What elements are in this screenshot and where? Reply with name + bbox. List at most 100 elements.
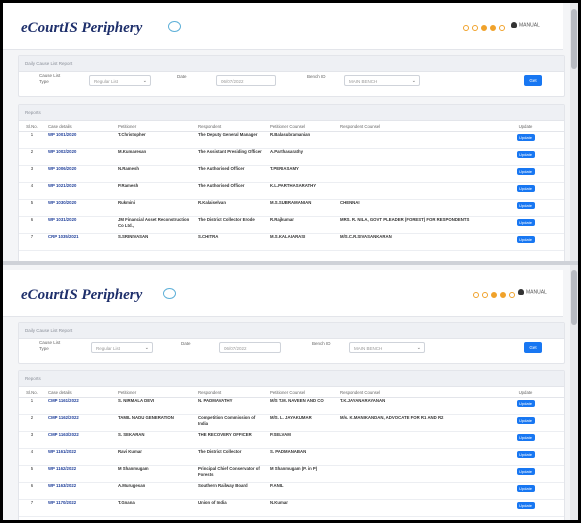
case-details[interactable]: WP 1006/2020 [45,165,115,183]
bench-value: MAIN BENCH [354,346,383,351]
update-button[interactable]: Update [516,451,535,458]
get-button[interactable]: Get [524,75,542,86]
table-row: 5 WP 1162/2022 M Shanmugam Principal Chief … [19,465,564,483]
petitioner: N.Ramesh [115,165,195,183]
petitioner-counsel: T.PERIASAMY [267,165,337,183]
respondent: The District Collector Erode [195,216,267,234]
case-details[interactable]: WP 1001/2020 [45,131,115,149]
date-input[interactable]: 06/07/2022 [219,342,281,353]
case-details[interactable]: CMP 1163/2022 [45,431,115,449]
refresh-icon[interactable] [163,288,176,299]
respondent-counsel: MRS. R. NILA, GOVT PLEADER (FOREST) FOR … [337,216,487,234]
scrollbar[interactable] [570,265,578,520]
scrollbar-thumb[interactable] [571,270,577,325]
filter-heading: Daily Cause List Report [19,56,564,72]
respondent: Principal Chief Conservator of Forests [195,465,267,483]
column-header: Respondent Counsel [337,387,487,398]
update-button[interactable]: Update [516,219,535,226]
update-button[interactable]: Update [516,202,535,209]
case-details[interactable]: CRP 1035/2021 [45,233,115,251]
chevron-down-icon: ⌄ [416,345,421,351]
case-details[interactable]: CMP 1162/2022 [45,414,115,432]
column-header: Sl.No. [19,387,45,398]
respondent: The Deputy General Manager [195,131,267,149]
case-details[interactable]: CMP 1161/2022 [45,397,115,415]
row-number: 5 [19,199,45,217]
respondent-counsel: M/S.C.R.SIVASANKARAN [337,233,487,251]
row-number: 3 [19,431,45,449]
update-button[interactable]: Update [516,468,535,475]
bench-select[interactable]: MAIN BENCH ⌄ [344,75,420,86]
respondent: Union of India [195,499,267,517]
update-cell: Update [487,448,564,466]
update-cell: Update [487,148,564,166]
user-icon [518,289,524,295]
table-row: 5 WP 1030/2020 Rukmini R.Kalaiselvan M.S.SUB… [19,199,564,217]
update-button[interactable]: Update [516,168,535,175]
case-details[interactable]: WP 1021/2020 [45,182,115,200]
row-number: 2 [19,148,45,166]
bench-select[interactable]: MAIN BENCH ⌄ [349,342,425,353]
row-number: 4 [19,448,45,466]
update-button[interactable]: Update [516,151,535,158]
petitioner: T.Gnana [115,499,195,517]
user-menu[interactable]: MANUAL [518,289,547,295]
row-number: 6 [19,482,45,500]
scrollbar-thumb[interactable] [571,9,577,69]
row-number: 7 [19,499,45,517]
update-button[interactable]: Update [516,134,535,141]
case-details[interactable]: WP 1030/2020 [45,199,115,217]
petitioner-counsel: M.S.KALAIARASI [267,233,337,251]
update-button[interactable]: Update [516,236,535,243]
respondent-counsel: CHENNAI [337,199,487,217]
respondent-counsel [337,499,487,517]
case-details[interactable]: WP 1031/2020 [45,216,115,234]
petitioner-counsel: P.ANIL [267,482,337,500]
date-input[interactable]: 06/07/2022 [216,75,276,86]
case-details[interactable]: WP 1163/2022 [45,482,115,500]
petitioner: JM Financial Asset Reconstruction Co Ltd… [115,216,195,234]
respondent-counsel [337,431,487,449]
case-details[interactable]: WP 1170/2022 [45,499,115,517]
update-button[interactable]: Update [516,400,535,407]
update-button[interactable]: Update [516,485,535,492]
scrollbar[interactable] [570,3,578,261]
petitioner-counsel: N.Kumar [267,499,337,517]
petitioner: M Shanmugam [115,465,195,483]
refresh-icon[interactable] [168,21,181,32]
table-row: 2 WP 1002/2020 M.Kumaresan The Assistant Pr… [19,148,564,166]
respondent: The Authorised Officer [195,182,267,200]
user-name: MANUAL [519,22,540,29]
column-header: Sl.No. [19,121,45,132]
petitioner: S.SRINIVASAN [115,233,195,251]
top-header: eCourtIS Periphery MANUAL [3,3,563,50]
column-header: Update [487,121,564,132]
case-details[interactable]: WP 1161/2022 [45,448,115,466]
petitioner-counsel: R.Rajkumar [267,216,337,234]
column-header: Case details [45,121,115,132]
column-header: Petitioner Counsel [267,387,337,398]
row-number: 1 [19,397,45,415]
respondent-counsel [337,131,487,149]
update-button[interactable]: Update [516,502,535,509]
column-header: Petitioner [115,121,195,132]
respondent-counsel: M/s. K.MANIKANDAN, ADVOCATE FOR R1 AND R… [337,414,487,432]
update-cell: Update [487,165,564,183]
column-header: Petitioner Counsel [267,121,337,132]
case-details[interactable]: WP 1002/2020 [45,148,115,166]
update-button[interactable]: Update [516,417,535,424]
user-menu[interactable]: MANUAL [511,22,540,28]
update-button[interactable]: Update [516,185,535,192]
reports-table: Sl.No. Case details Petitioner Respondent Pe… [19,387,564,517]
cause-list-type-select[interactable]: Regular List ⌄ [91,342,153,353]
status-dots [473,292,515,298]
update-button[interactable]: Update [516,434,535,441]
bench-label: Bench ID [312,341,331,346]
cause-list-type-select[interactable]: Regular List ⌄ [89,75,151,86]
case-details[interactable]: WP 1162/2022 [45,465,115,483]
row-number: 3 [19,165,45,183]
get-button[interactable]: Get [524,342,542,353]
status-dot-icon [463,25,469,31]
respondent-counsel [337,448,487,466]
filter-card: Daily Cause List Report Cause List Type … [18,55,565,97]
